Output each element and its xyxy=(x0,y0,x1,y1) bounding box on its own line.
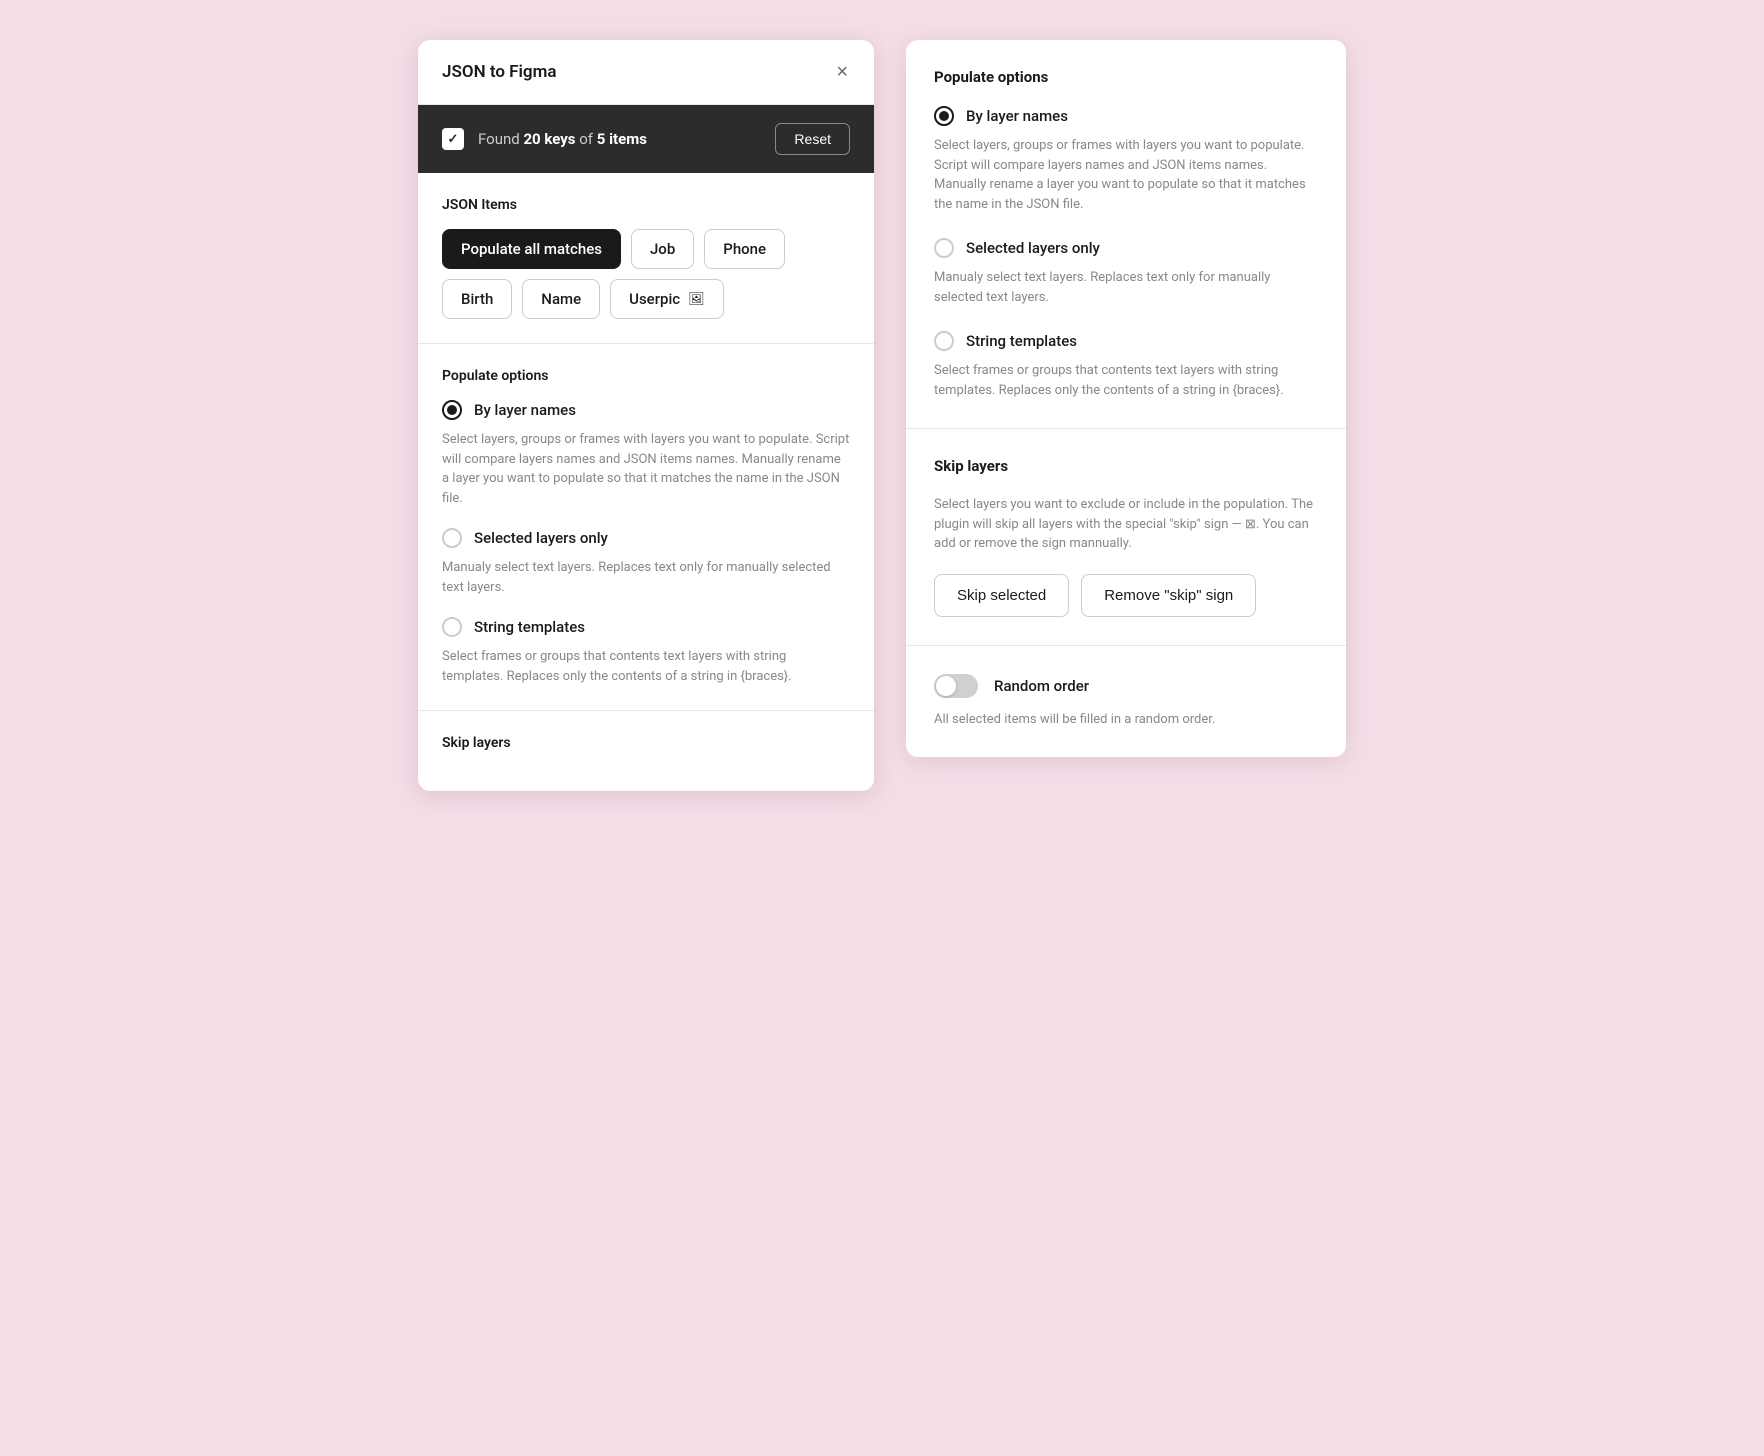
random-order-label: Random order xyxy=(994,677,1089,695)
right-skip-desc: Select layers you want to exclude or inc… xyxy=(934,495,1318,554)
option-by-layer-desc: Select layers, groups or frames with lay… xyxy=(442,430,850,508)
right-string-templates-label: String templates xyxy=(966,332,1077,350)
option-row-string-templates: String templates xyxy=(442,617,850,637)
right-option-row-string: String templates xyxy=(934,331,1318,351)
right-radio-by-layer[interactable] xyxy=(934,106,954,126)
item-tag-label: Birth xyxy=(461,290,493,308)
skip-selected-button[interactable]: Skip selected xyxy=(934,574,1069,617)
option-string-templates-label: String templates xyxy=(474,618,585,636)
random-order-toggle[interactable] xyxy=(934,674,978,698)
right-string-templates-desc: Select frames or groups that contents te… xyxy=(934,361,1318,400)
select-all-checkbox[interactable] xyxy=(442,128,464,150)
option-selected-layers-label: Selected layers only xyxy=(474,529,608,547)
found-bar: Found 20 keys of 5 items Reset xyxy=(418,105,874,173)
right-panel: Populate options By layer names Select l… xyxy=(906,40,1346,757)
item-tag-userpic[interactable]: Userpic 🖼 xyxy=(610,279,723,319)
radio-by-layer-names[interactable] xyxy=(442,400,462,420)
skip-layers-label: Skip layers xyxy=(442,735,850,751)
right-by-layer-label: By layer names xyxy=(966,107,1068,125)
item-tag-label: Name xyxy=(541,290,581,308)
skip-buttons: Skip selected Remove "skip" sign xyxy=(934,574,1318,617)
item-tag-birth[interactable]: Birth xyxy=(442,279,512,319)
right-selected-layers-label: Selected layers only xyxy=(966,239,1100,257)
option-selected-layers-desc: Manualy select text layers. Replaces tex… xyxy=(442,558,850,597)
right-populate-options: Populate options By layer names Select l… xyxy=(906,40,1346,429)
populate-options-label: Populate options xyxy=(442,368,850,384)
item-tag-phone[interactable]: Phone xyxy=(704,229,785,269)
items-count: 5 items xyxy=(597,130,647,148)
right-radio-string-templates[interactable] xyxy=(934,331,954,351)
item-tag-populate-all[interactable]: Populate all matches xyxy=(442,229,621,269)
item-tag-label: Phone xyxy=(723,240,766,258)
item-tag-label: Userpic xyxy=(629,290,680,308)
right-option-row-by-layer: By layer names xyxy=(934,106,1318,126)
left-panel: JSON to Figma × Found 20 keys of 5 items… xyxy=(418,40,874,791)
option-row-by-layer: By layer names xyxy=(442,400,850,420)
found-bar-left: Found 20 keys of 5 items xyxy=(442,128,647,150)
skip-layers-section: Skip layers xyxy=(418,711,874,791)
found-text: Found 20 keys of 5 items xyxy=(478,130,647,148)
right-option-row-selected: Selected layers only xyxy=(934,238,1318,258)
panel-header: JSON to Figma × xyxy=(418,40,874,105)
close-button[interactable]: × xyxy=(834,60,850,84)
json-items-label: JSON Items xyxy=(442,197,850,213)
right-by-layer-desc: Select layers, groups or frames with lay… xyxy=(934,136,1318,214)
image-icon: 🖼 xyxy=(688,292,705,307)
item-tag-label: Populate all matches xyxy=(461,240,602,258)
right-populate-title: Populate options xyxy=(934,68,1318,86)
random-order-desc: All selected items will be filled in a r… xyxy=(934,710,1318,730)
option-row-selected-layers: Selected layers only xyxy=(442,528,850,548)
toggle-row: Random order xyxy=(934,674,1318,698)
item-tag-name[interactable]: Name xyxy=(522,279,600,319)
reset-button[interactable]: Reset xyxy=(775,123,850,155)
right-skip-title: Skip layers xyxy=(934,457,1318,475)
json-items-section: JSON Items Populate all matches Job Phon… xyxy=(418,173,874,344)
option-string-templates-desc: Select frames or groups that contents te… xyxy=(442,647,850,686)
right-selected-layers-desc: Manualy select text layers. Replaces tex… xyxy=(934,268,1318,307)
option-by-layer-label: By layer names xyxy=(474,401,576,419)
right-random-order: Random order All selected items will be … xyxy=(906,646,1346,758)
populate-options-section: Populate options By layer names Select l… xyxy=(418,344,874,711)
item-tag-job[interactable]: Job xyxy=(631,229,694,269)
items-grid: Populate all matches Job Phone Birth Nam… xyxy=(442,229,850,319)
keys-count: 20 keys xyxy=(523,130,575,148)
item-tag-label: Job xyxy=(650,240,675,258)
radio-string-templates[interactable] xyxy=(442,617,462,637)
right-radio-selected-layers[interactable] xyxy=(934,238,954,258)
remove-skip-sign-button[interactable]: Remove "skip" sign xyxy=(1081,574,1256,617)
radio-selected-layers[interactable] xyxy=(442,528,462,548)
panel-title: JSON to Figma xyxy=(442,62,557,82)
right-skip-layers: Skip layers Select layers you want to ex… xyxy=(906,429,1346,646)
